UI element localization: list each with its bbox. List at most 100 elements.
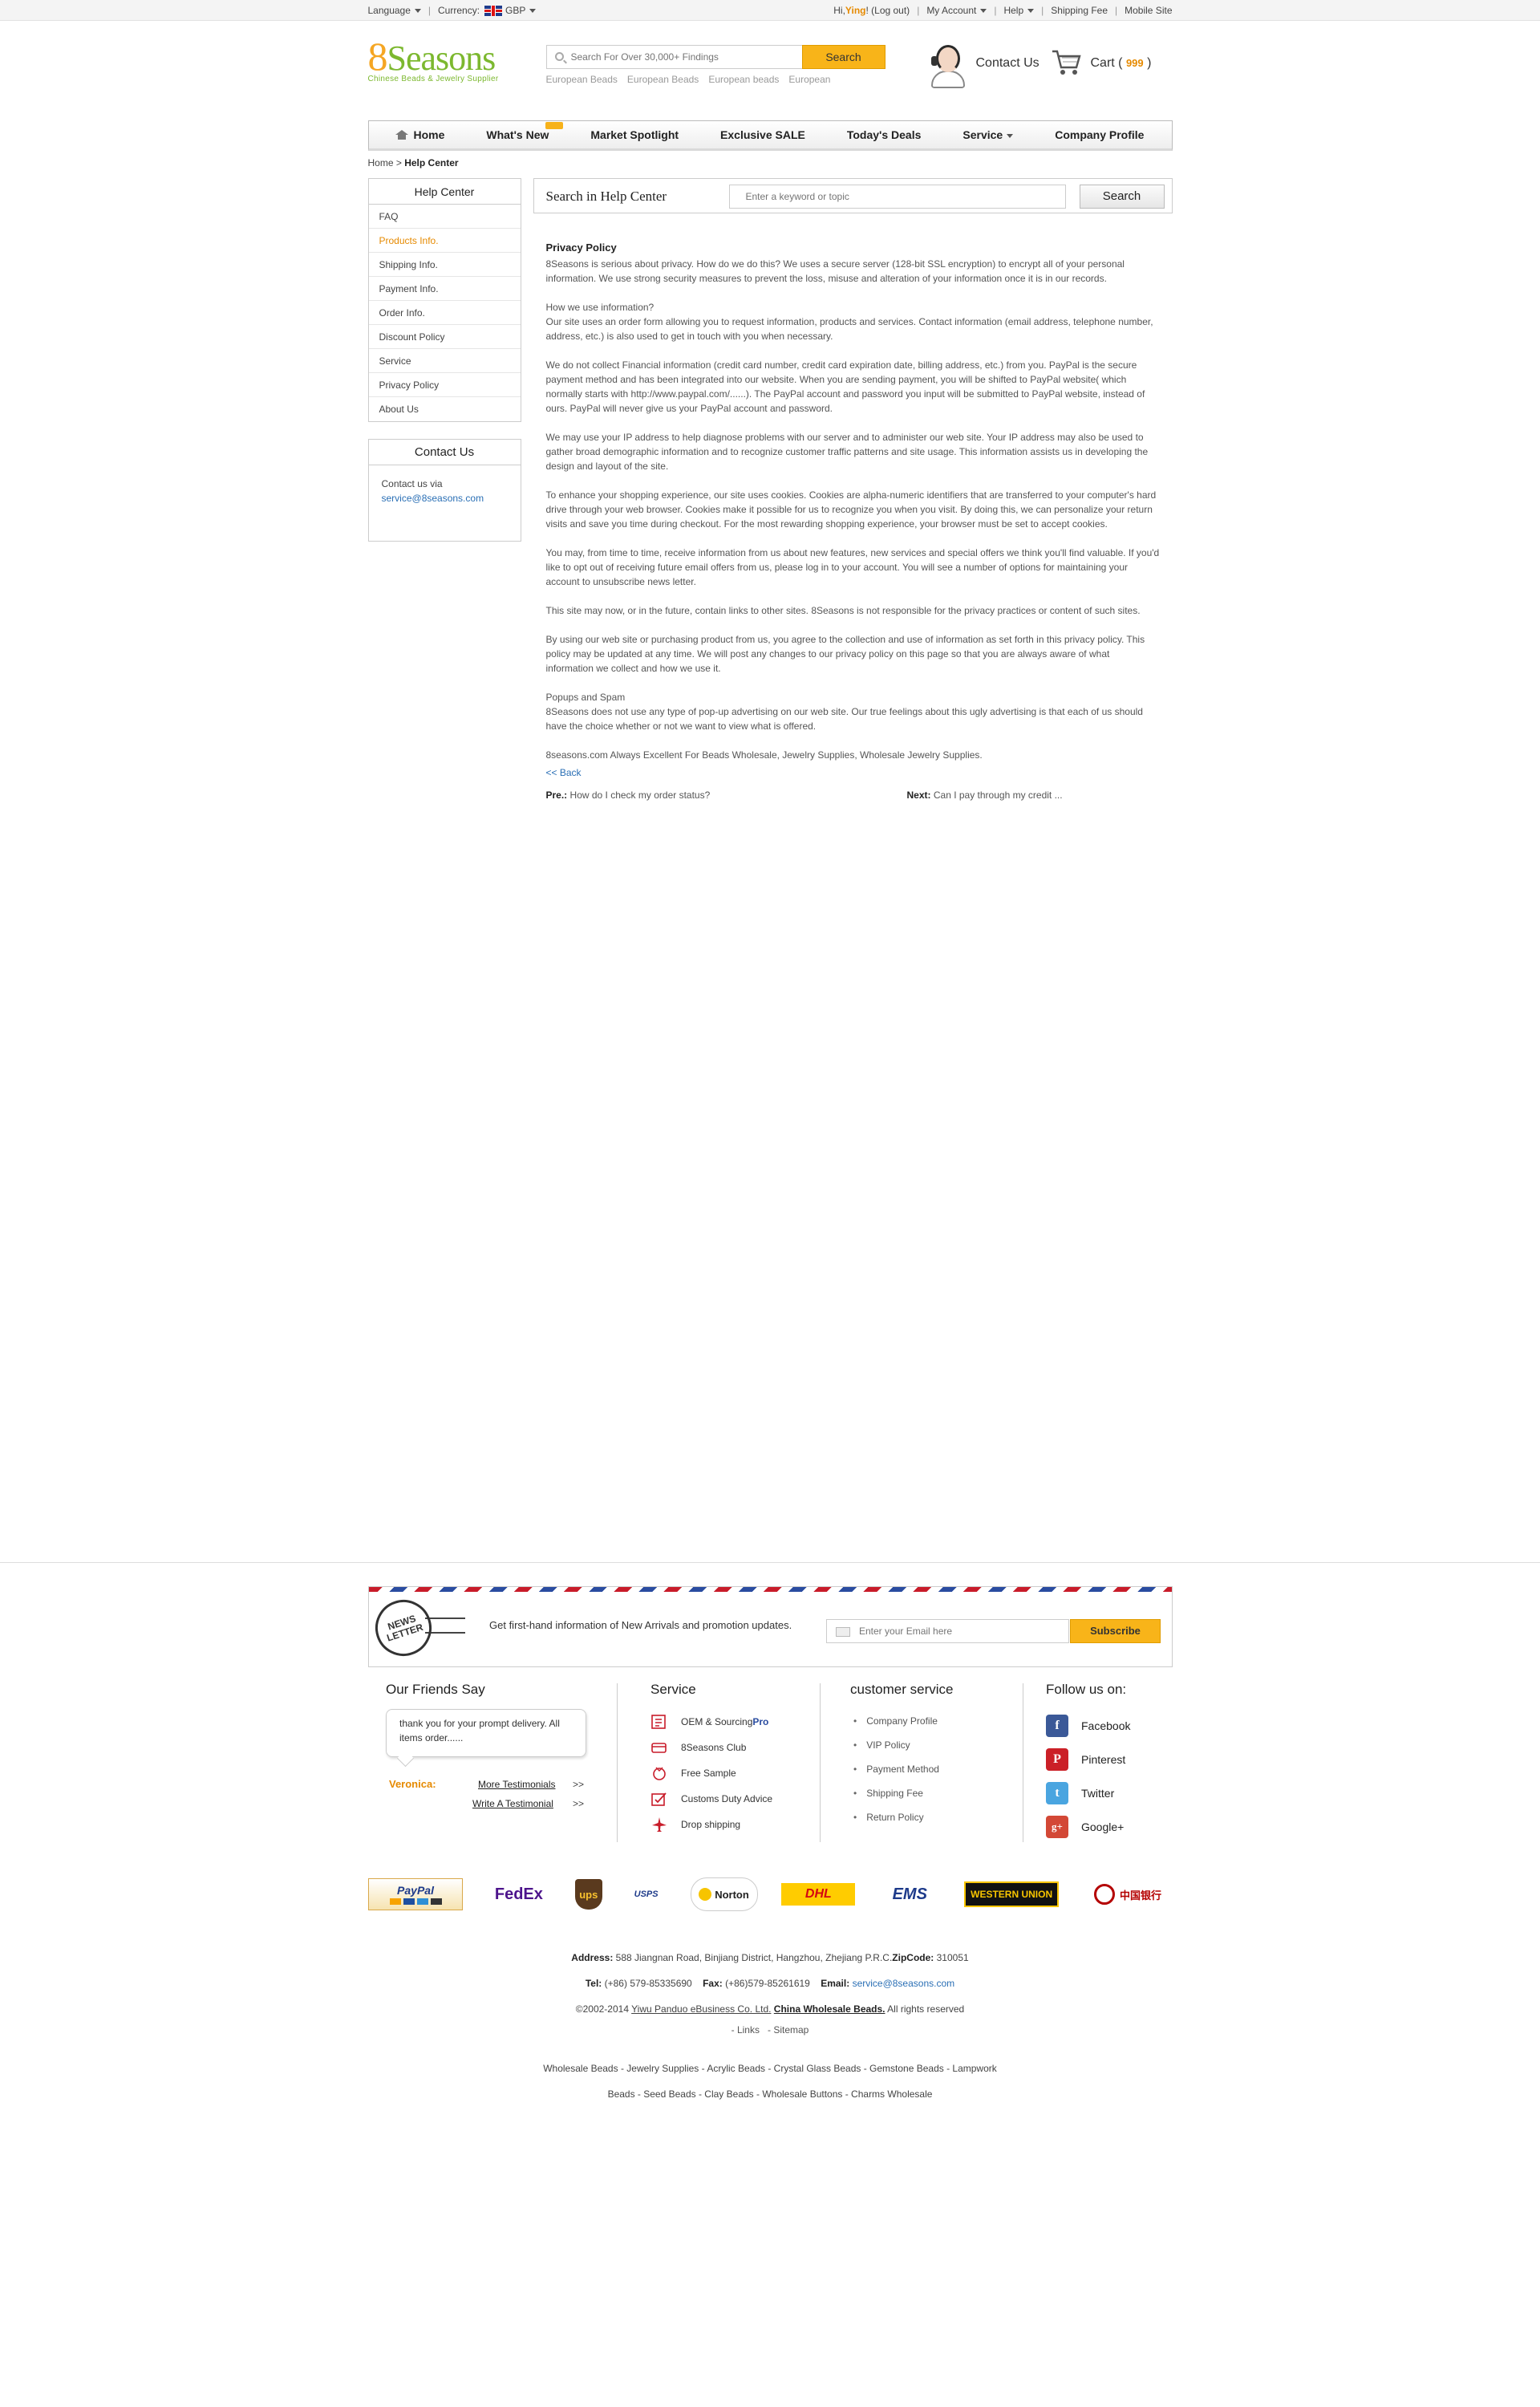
link-label: Write A Testimonial [472, 1798, 553, 1809]
service-item-customs[interactable]: Customs Duty Advice [650, 1786, 811, 1812]
next-article-link[interactable]: Next: Can I pay through my credit ... [907, 788, 1063, 802]
service-item-free-sample[interactable]: Free Sample [650, 1760, 811, 1786]
zip-value: 310051 [934, 1952, 969, 1963]
sidebar-item-shipping-info[interactable]: Shipping Info. [368, 253, 521, 277]
nav-service[interactable]: Service [962, 128, 1014, 141]
help-search-input[interactable] [728, 185, 1066, 209]
article-pagination: Pre.: How do I check my order status? Ne… [546, 788, 1160, 802]
cs-link-shipping-fee[interactable]: Shipping Fee [850, 1781, 1011, 1805]
service-item-oem[interactable]: OEM & Sourcing Pro [650, 1709, 811, 1735]
article-paragraph: To enhance your shopping experience, our… [545, 489, 1157, 530]
service-column: Service OEM & Sourcing Pro 8Seasons Club… [650, 1682, 811, 1837]
social-label: Pinterest [1081, 1753, 1126, 1766]
twitter-icon: t [1046, 1782, 1068, 1804]
footer-email-link[interactable]: service@8seasons.com [853, 1978, 955, 1989]
chevron-down-icon [980, 9, 987, 14]
social-link-facebook[interactable]: f Facebook [1046, 1709, 1174, 1743]
follow-us-column: Follow us on: f Facebook P Pinterest t Twit… [1046, 1682, 1174, 1844]
sidebar-item-privacy-policy[interactable]: Privacy Policy [368, 373, 521, 397]
friends-say-column: Our Friends Say thank you for your promp… [386, 1682, 594, 1815]
cart-count: 999 [1125, 57, 1144, 69]
sidebar-contact-email[interactable]: service@8seasons.com [382, 493, 484, 504]
brand-link[interactable]: China Wholesale Beads. [774, 2003, 886, 2015]
nav-company-profile[interactable]: Company Profile [1055, 128, 1144, 141]
currency-dropdown[interactable]: Currency: GBP [438, 4, 537, 17]
customer-service-title: customer service [850, 1682, 954, 1697]
write-testimonial-link[interactable]: Write A Testimonial [472, 1794, 553, 1813]
article-paragraph: 8seasons.com Always Excellent For Beads … [545, 749, 983, 761]
sidebar-item-service[interactable]: Service [368, 349, 521, 373]
hot-search-link[interactable]: European beads [708, 74, 779, 85]
currency-label: Currency: [438, 4, 480, 16]
article-paragraph: By using our web site or purchasing prod… [545, 634, 1145, 674]
nav-exclusive-sale[interactable]: Exclusive SALE [720, 128, 805, 141]
nav-market-spotlight[interactable]: Market Spotlight [590, 128, 679, 141]
help-search-title: Search in Help Center [545, 189, 667, 204]
breadcrumb-home[interactable]: Home [368, 157, 394, 168]
contact-us-link[interactable]: Contact Us [928, 42, 1064, 88]
nav-label: What's New [486, 128, 549, 141]
nav-whats-new[interactable]: What's New [486, 122, 564, 141]
cs-link-payment-method[interactable]: Payment Method [850, 1757, 1011, 1781]
cs-link-company-profile[interactable]: Company Profile [850, 1709, 1011, 1733]
stamp-text: NEWS LETTER [385, 1613, 425, 1644]
logo-text: EMS [892, 1885, 927, 1903]
hot-search-link[interactable]: European [788, 74, 830, 85]
newsletter-email-input[interactable] [826, 1619, 1069, 1643]
sidebar-contact-title: Contact Us [368, 440, 521, 465]
mobile-site-link[interactable]: Mobile Site [1125, 5, 1172, 16]
paypal-logo: PayPal [368, 1878, 463, 1910]
links-link[interactable]: - Links [732, 2024, 760, 2036]
company-link[interactable]: Yiwu Panduo eBusiness Co. Ltd. [631, 2003, 771, 2015]
testimonial-author: Veronica: [389, 1778, 436, 1790]
sidebar-item-products-info[interactable]: Products Info. [368, 229, 521, 253]
cs-link-vip-policy[interactable]: VIP Policy [850, 1733, 1011, 1757]
sidebar-item-order-info[interactable]: Order Info. [368, 301, 521, 325]
service-item-club[interactable]: 8Seasons Club [650, 1735, 811, 1760]
hot-searches: European Beads European Beads European b… [546, 74, 831, 85]
back-link[interactable]: << Back [546, 765, 1160, 780]
social-link-google-plus[interactable]: g+ Google+ [1046, 1810, 1174, 1844]
keyword-links-line[interactable]: Beads - Seed Beads - Clay Beads - Wholes… [0, 2081, 1540, 2107]
logo-tagline: Chinese Beads & Jewelry Supplier [367, 75, 499, 83]
site-search-button[interactable]: Search [801, 45, 886, 69]
help-dropdown[interactable]: Help [1003, 5, 1035, 16]
nav-todays-deals[interactable]: Today's Deals [847, 128, 922, 141]
shipping-fee-link[interactable]: Shipping Fee [1051, 5, 1108, 16]
sidebar-item-payment-info[interactable]: Payment Info. [368, 277, 521, 301]
next-text: Can I pay through my credit ... [930, 789, 1063, 801]
dhl-logo: DHL [781, 1883, 856, 1906]
more-testimonials-link[interactable]: More Testimonials [478, 1775, 555, 1794]
help-search-button[interactable]: Search [1079, 185, 1165, 209]
support-agent-icon [928, 42, 968, 88]
sidebar-item-about-us[interactable]: About Us [369, 397, 521, 421]
sidebar-item-discount-policy[interactable]: Discount Policy [368, 325, 521, 349]
cs-link-return-policy[interactable]: Return Policy [850, 1805, 1011, 1829]
pre-label: Pre.: [545, 789, 568, 801]
subscribe-button[interactable]: Subscribe [1070, 1619, 1161, 1643]
sidebar-item-faq[interactable]: FAQ [368, 205, 521, 229]
footer-address: Address: 588 Jiangnan Road, Binjiang Dis… [0, 1945, 1540, 2022]
divider: | [994, 5, 997, 16]
sitemap-link[interactable]: - Sitemap [768, 2024, 808, 2036]
sidebar-contact-box: Contact Us Contact us via service@8seaso… [367, 439, 521, 542]
hot-search-link[interactable]: European Beads [546, 74, 618, 85]
logout-link[interactable]: ! (Log out) [865, 5, 910, 16]
header: 8Seasons Chinese Beads & Jewelry Supplie… [367, 21, 1173, 801]
site-logo[interactable]: 8Seasons Chinese Beads & Jewelry Supplie… [367, 36, 529, 83]
western-union-logo: WESTERN UNION [964, 1881, 1060, 1907]
facebook-icon: f [1046, 1715, 1068, 1737]
language-dropdown[interactable]: Language [368, 5, 421, 16]
nav-home[interactable]: Home [395, 128, 444, 141]
column-divider [820, 1683, 821, 1842]
hot-search-link[interactable]: European Beads [627, 74, 699, 85]
service-item-drop-shipping[interactable]: Drop shipping [650, 1812, 811, 1837]
site-search-input[interactable] [570, 46, 804, 68]
social-link-twitter[interactable]: t Twitter [1046, 1776, 1174, 1810]
keyword-links-line[interactable]: Wholesale Beads - Jewelry Supplies - Acr… [0, 2056, 1540, 2081]
my-account-dropdown[interactable]: My Account [926, 5, 987, 16]
social-link-pinterest[interactable]: P Pinterest [1046, 1743, 1174, 1776]
fedex-logo: FedEx [487, 1878, 551, 1910]
main-nav: Home What's New Market Spotlight Exclusi… [367, 120, 1173, 151]
previous-article-link[interactable]: Pre.: How do I check my order status? [546, 788, 907, 802]
